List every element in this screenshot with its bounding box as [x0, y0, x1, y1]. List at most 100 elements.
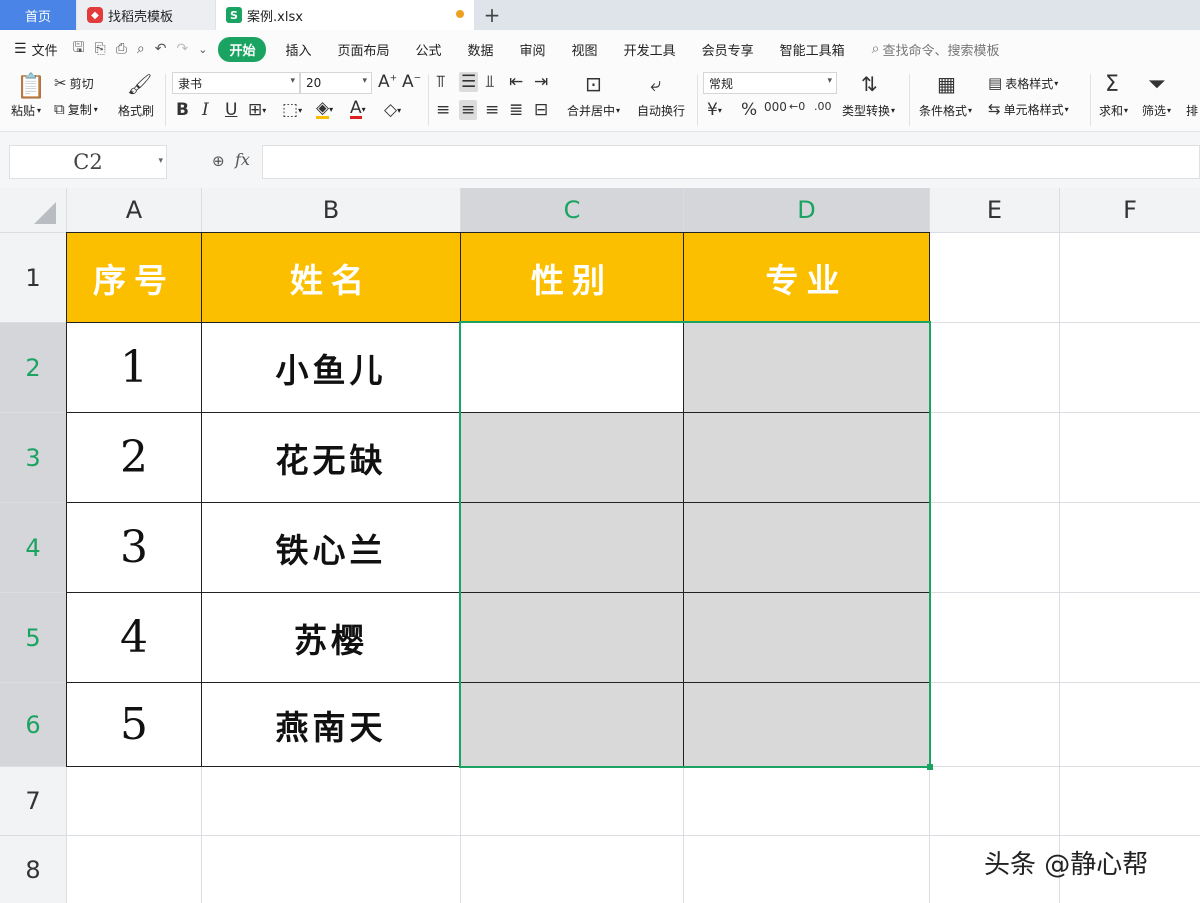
- font-color-button[interactable]: A ▾: [350, 100, 366, 119]
- merge-center-icon[interactable]: ⊡: [585, 72, 602, 96]
- increase-indent-button[interactable]: ⇥: [534, 72, 548, 92]
- decrease-indent-button[interactable]: ⇤: [509, 72, 523, 92]
- filter-icon[interactable]: ⏷: [1148, 72, 1166, 97]
- table-style-button[interactable]: ▤ 表格样式 ▾: [988, 74, 1058, 92]
- row-header-2[interactable]: 2: [0, 323, 66, 412]
- paste-button[interactable]: 粘贴 ▾: [11, 102, 41, 119]
- command-search[interactable]: ⌕ 查找命令、搜索模板: [858, 40, 1013, 59]
- column-header-e[interactable]: E: [930, 188, 1059, 232]
- tab-formulas[interactable]: 公式: [403, 40, 455, 59]
- column-header-c[interactable]: C: [461, 188, 683, 232]
- print-icon[interactable]: ⎙: [111, 41, 132, 57]
- redo-icon[interactable]: ↷: [172, 41, 194, 57]
- cell-d4[interactable]: [684, 503, 929, 592]
- tab-home[interactable]: 首页: [0, 0, 76, 30]
- print-preview-icon[interactable]: ⌕: [132, 41, 150, 57]
- insert-function-button[interactable]: fx: [235, 150, 250, 169]
- file-menu[interactable]: ☰ 文件: [14, 40, 68, 59]
- cell-d3[interactable]: [684, 413, 929, 502]
- cell-a1[interactable]: 序号: [67, 233, 201, 322]
- sum-button[interactable]: 求和 ▾: [1099, 102, 1128, 119]
- tab-insert[interactable]: 插入: [272, 40, 324, 59]
- cell-a3[interactable]: 2: [67, 413, 201, 502]
- increase-decimal-button[interactable]: ←0: [789, 100, 805, 113]
- name-box[interactable]: C2 ▾: [9, 145, 167, 179]
- cell-b4[interactable]: 铁心兰: [202, 503, 460, 592]
- conditional-format-button[interactable]: 条件格式 ▾: [919, 102, 972, 119]
- tab-developer[interactable]: 开发工具: [611, 40, 689, 59]
- column-header-f[interactable]: F: [1060, 188, 1200, 232]
- tab-page-layout[interactable]: 页面布局: [324, 40, 402, 59]
- cell-b3[interactable]: 花无缺: [202, 413, 460, 502]
- borders-button[interactable]: ⊞ ▾: [248, 100, 266, 120]
- grow-font-button[interactable]: A+: [378, 72, 397, 92]
- tab-start[interactable]: 开始: [218, 36, 267, 62]
- font-size-select[interactable]: 20 ▾: [300, 72, 372, 94]
- tab-smart-tools[interactable]: 智能工具箱: [767, 40, 858, 59]
- tab-view[interactable]: 视图: [559, 40, 611, 59]
- font-name-select[interactable]: 隶书 ▾: [172, 72, 300, 94]
- cell-d1[interactable]: 专业: [684, 233, 929, 322]
- row-header-5[interactable]: 5: [0, 593, 66, 682]
- wrap-text-icon[interactable]: ⤶: [650, 72, 661, 96]
- paste-icon[interactable]: 📋: [16, 72, 46, 100]
- sort-button[interactable]: 排: [1186, 102, 1198, 119]
- align-right-button[interactable]: ≡: [485, 100, 499, 120]
- tab-member[interactable]: 会员专享: [689, 40, 767, 59]
- cell-a2[interactable]: 1: [67, 323, 201, 412]
- decrease-decimal-button[interactable]: .00: [814, 100, 832, 113]
- underline-button[interactable]: U: [225, 100, 237, 120]
- cell-a6[interactable]: 5: [67, 683, 201, 766]
- merge-center-button[interactable]: 合并居中 ▾: [567, 102, 620, 119]
- conditional-format-icon[interactable]: ▦: [937, 72, 956, 96]
- fill-color-button[interactable]: ◈ ▾: [316, 100, 333, 119]
- filter-button[interactable]: 筛选 ▾: [1142, 102, 1171, 119]
- undo-icon[interactable]: ↶: [150, 41, 172, 57]
- formula-input[interactable]: [262, 145, 1200, 179]
- type-convert-icon[interactable]: ⇅: [861, 72, 878, 96]
- percent-button[interactable]: %: [741, 100, 757, 120]
- clear-format-button[interactable]: ◇ ▾: [384, 100, 401, 120]
- cell-c4[interactable]: [461, 503, 683, 592]
- align-bottom-button[interactable]: ⫫: [485, 72, 495, 92]
- distributed-button[interactable]: ⊟: [534, 100, 548, 120]
- column-header-b[interactable]: B: [202, 188, 460, 232]
- cell-d5[interactable]: [684, 593, 929, 682]
- column-header-a[interactable]: A: [67, 188, 201, 232]
- column-header-d[interactable]: D: [684, 188, 929, 232]
- tab-review[interactable]: 审阅: [507, 40, 559, 59]
- currency-button[interactable]: ¥ ▾: [707, 100, 722, 120]
- fill-pattern-button[interactable]: ⬚ ▾: [282, 100, 302, 120]
- format-painter-icon[interactable]: 🖌: [127, 72, 152, 96]
- customize-chevron-icon[interactable]: ⌄: [193, 43, 212, 56]
- type-convert-button[interactable]: 类型转换 ▾: [842, 102, 895, 119]
- cut-button[interactable]: ✂ 剪切: [54, 74, 94, 92]
- cell-c2-active[interactable]: [461, 323, 683, 412]
- row-header-6[interactable]: 6: [0, 683, 66, 766]
- align-top-button[interactable]: ⫪: [436, 72, 446, 92]
- align-middle-button[interactable]: ☰: [459, 72, 479, 92]
- row-header-7[interactable]: 7: [0, 767, 66, 835]
- cell-style-button[interactable]: ⇆ 单元格样式 ▾: [988, 100, 1069, 118]
- row-header-3[interactable]: 3: [0, 413, 66, 502]
- fill-handle[interactable]: [927, 764, 933, 770]
- cell-c6[interactable]: [461, 683, 683, 766]
- cell-b2[interactable]: 小鱼儿: [202, 323, 460, 412]
- tab-data[interactable]: 数据: [455, 40, 507, 59]
- align-left-button[interactable]: ≡: [436, 100, 450, 120]
- cell-a5[interactable]: 4: [67, 593, 201, 682]
- cell-b5[interactable]: 苏樱: [202, 593, 460, 682]
- row-header-1[interactable]: 1: [0, 233, 66, 322]
- sum-icon[interactable]: Σ: [1105, 72, 1119, 97]
- cell-b1[interactable]: 姓名: [202, 233, 460, 322]
- cell-d6[interactable]: [684, 683, 929, 766]
- save-icon[interactable]: 🖫: [68, 37, 90, 61]
- new-tab-plus-icon[interactable]: +: [474, 0, 510, 30]
- justify-button[interactable]: ≣: [509, 100, 523, 120]
- tab-workbook[interactable]: S 案例.xlsx: [216, 0, 474, 30]
- bold-button[interactable]: B: [176, 100, 189, 120]
- zoom-icon[interactable]: ⊕: [212, 152, 225, 170]
- row-header-8[interactable]: 8: [0, 836, 66, 903]
- select-all-corner[interactable]: [0, 188, 66, 232]
- cell-a4[interactable]: 3: [67, 503, 201, 592]
